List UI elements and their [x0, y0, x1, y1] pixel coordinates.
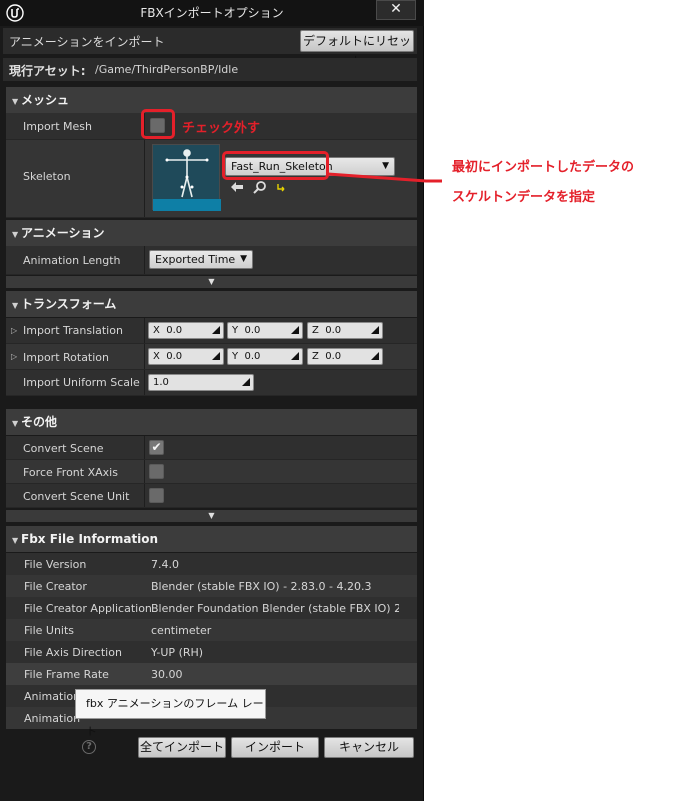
info-key: Animation: [24, 690, 81, 703]
info-value: Blender Foundation Blender (stable FBX I…: [151, 602, 399, 615]
annotation-skeleton-note-line1: 最初にインポートしたデータの: [452, 160, 635, 175]
convert-scene-row: Convert Scene ✔: [6, 436, 417, 460]
section-misc[interactable]: ▼ その他: [6, 409, 417, 435]
animation-length-value: Exported Time: [155, 253, 236, 266]
section-mesh-title: メッシュ: [21, 93, 70, 107]
arrow-left-icon[interactable]: [230, 181, 244, 193]
info-key: Animation: [24, 712, 81, 725]
skeleton-thumbnail[interactable]: [152, 144, 221, 211]
triangle-down-icon: ▼: [208, 511, 215, 520]
convert-scene-unit-checkbox[interactable]: [149, 488, 164, 503]
skeleton-label: Skeleton: [23, 170, 71, 183]
annotation-highlight-checkbox: [141, 109, 175, 139]
import-mesh-label: Import Mesh: [23, 120, 92, 133]
info-row: File Creator Blender (stable FBX IO) - 2…: [6, 575, 417, 597]
triangle-right-icon[interactable]: ▷: [11, 352, 17, 361]
import-translation-label: Import Translation: [23, 324, 123, 337]
force-front-xaxis-checkbox[interactable]: [149, 464, 164, 479]
info-row: File Units centimeter: [6, 619, 417, 641]
search-icon[interactable]: [253, 180, 267, 194]
info-key: File Version: [24, 558, 87, 571]
section-animation-title: アニメーション: [21, 226, 105, 240]
triangle-down-icon: ▼: [12, 301, 19, 310]
chevron-down-icon: ▼: [240, 254, 247, 264]
info-key: File Units: [24, 624, 75, 637]
info-key: File Frame Rate: [24, 668, 109, 681]
section-fbx-info[interactable]: ▼ Fbx File Information: [6, 526, 417, 552]
info-value: 30.00: [151, 668, 183, 681]
misc-advanced-expand-toggle[interactable]: ▼: [6, 510, 417, 522]
rotation-x-field[interactable]: X 0.0: [148, 348, 224, 365]
animation-length-label: Animation Length: [23, 254, 121, 267]
animation-length-dropdown[interactable]: Exported Time ▼: [149, 250, 253, 269]
annotation-highlight-skeleton: [222, 151, 329, 180]
translation-x-field[interactable]: X 0.0: [148, 322, 224, 339]
current-asset-bar: 現行アセット: /Game/ThirdPersonBP/Idle: [3, 58, 417, 81]
info-key: File Axis Direction: [24, 646, 122, 659]
triangle-down-icon: ▼: [12, 419, 19, 428]
import-rotation-label: Import Rotation: [23, 351, 110, 364]
close-button[interactable]: ✕: [376, 0, 416, 20]
import-mode-bar: アニメーションをインポート デフォルトにリセット: [3, 28, 417, 68]
window-title: FBXインポートオプション: [140, 6, 284, 20]
annotation-connector: [327, 172, 442, 183]
rotation-y-field[interactable]: Y 0.0: [227, 348, 303, 365]
import-button[interactable]: インポート: [231, 737, 319, 758]
info-value: 7.4.0: [151, 558, 179, 571]
triangle-down-icon: ▼: [12, 230, 19, 239]
info-key: File Creator: [24, 580, 87, 593]
help-icon[interactable]: ?: [82, 740, 96, 754]
info-key: File Creator Application: [24, 602, 152, 615]
current-asset-path: /Game/ThirdPersonBP/Idle: [95, 63, 239, 76]
info-value: centimeter: [151, 624, 212, 637]
frame-rate-tooltip: fbx アニメーションのフレーム レート: [75, 689, 266, 738]
section-transform-title: トランスフォーム: [21, 297, 117, 311]
triangle-down-icon: ▼: [12, 536, 19, 545]
triangle-down-icon: ▼: [12, 97, 19, 106]
info-value: Blender (stable FBX IO) - 2.83.0 - 4.20.…: [151, 580, 372, 593]
section-animation[interactable]: ▼ アニメーション: [6, 220, 417, 246]
title-bar: FBXインポートオプション ✕: [0, 0, 424, 26]
section-mesh[interactable]: ▼ メッシュ: [6, 87, 417, 113]
rotation-z-field[interactable]: Z 0.0: [307, 348, 383, 365]
section-fbx-info-title: Fbx File Information: [21, 532, 159, 546]
info-row: File Creator Application Blender Foundat…: [6, 597, 417, 619]
info-row: File Frame Rate 30.00: [6, 663, 417, 685]
info-row: File Version 7.4.0: [6, 553, 417, 575]
translation-z-field[interactable]: Z 0.0: [307, 322, 383, 339]
import-mode-label: アニメーションをインポート: [9, 35, 165, 49]
info-row: File Axis Direction Y-UP (RH): [6, 641, 417, 663]
convert-scene-unit-label: Convert Scene Unit: [23, 490, 130, 503]
force-front-xaxis-row: Force Front XAxis: [6, 460, 417, 484]
reset-to-default-button[interactable]: デフォルトにリセット: [300, 30, 414, 68]
annotation-skeleton-note-line2: スケルトンデータを指定: [452, 190, 596, 205]
reset-arrow-icon[interactable]: [276, 182, 286, 192]
convert-scene-checkbox[interactable]: ✔: [149, 440, 164, 455]
advanced-expand-toggle[interactable]: ▼: [6, 276, 417, 288]
section-transform[interactable]: ▼ トランスフォーム: [6, 291, 417, 317]
info-value: Y-UP (RH): [151, 646, 204, 659]
annotation-uncheck-note: チェック外す: [182, 121, 261, 136]
triangle-right-icon[interactable]: ▷: [11, 326, 17, 335]
uniform-scale-field[interactable]: 1.0: [148, 374, 254, 391]
triangle-down-icon: ▼: [208, 277, 215, 286]
import-all-button[interactable]: 全てインポート: [138, 737, 226, 758]
section-misc-title: その他: [21, 415, 58, 429]
current-asset-label: 現行アセット:: [9, 64, 86, 78]
convert-scene-unit-row: Convert Scene Unit: [6, 484, 417, 508]
cancel-button[interactable]: キャンセル: [324, 737, 414, 758]
translation-y-field[interactable]: Y 0.0: [227, 322, 303, 339]
import-uniform-scale-label: Import Uniform Scale: [23, 376, 140, 389]
force-front-xaxis-label: Force Front XAxis: [23, 466, 118, 479]
convert-scene-label: Convert Scene: [23, 442, 104, 455]
